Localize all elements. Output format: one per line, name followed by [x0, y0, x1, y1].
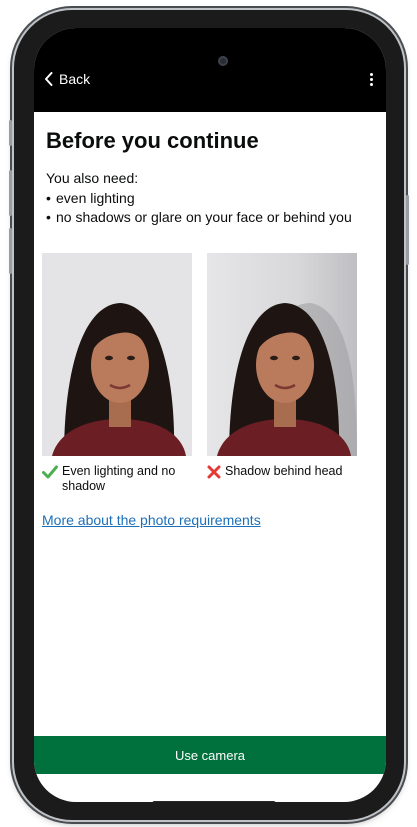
- main-content: Before you continue You also need: even …: [46, 112, 376, 228]
- chevron-left-icon: [45, 72, 53, 86]
- back-button[interactable]: Back: [44, 68, 90, 90]
- cross-icon: [207, 465, 221, 479]
- top-bar: Back: [34, 28, 386, 112]
- mute-switch: [9, 120, 12, 146]
- requirements-list: even lighting no shadows or glare on you…: [46, 190, 376, 226]
- volume-down-button: [9, 228, 12, 274]
- app-screen: Back Before you continue You also need: …: [34, 28, 386, 802]
- back-label: Back: [59, 71, 91, 87]
- shadow-behind-head-photo: [207, 253, 357, 456]
- photo-requirements-link[interactable]: More about the photo requirements: [42, 512, 261, 528]
- phone-frame: Back Before you continue You also need: …: [9, 10, 409, 820]
- use-camera-button[interactable]: Use camera: [34, 736, 386, 774]
- home-indicator: [152, 801, 276, 802]
- bad-example-caption: Shadow behind head: [207, 464, 357, 479]
- volume-up-button: [9, 170, 12, 216]
- caption-text: Shadow behind head: [225, 464, 343, 478]
- more-options-icon[interactable]: [362, 68, 380, 90]
- check-icon: [42, 465, 58, 479]
- caption-text: Even lighting and no shadow: [62, 464, 176, 493]
- front-camera: [218, 56, 228, 66]
- list-item: no shadows or glare on your face or behi…: [46, 209, 376, 226]
- good-example-caption: Even lighting and no shadow: [42, 464, 192, 494]
- power-button: [406, 195, 409, 265]
- page-title: Before you continue: [46, 128, 259, 153]
- good-example: Even lighting and no shadow: [42, 253, 192, 494]
- bad-example: Shadow behind head: [207, 253, 357, 479]
- even-lighting-photo: [42, 253, 192, 456]
- intro-text: You also need:: [46, 170, 139, 186]
- list-item: even lighting: [46, 190, 376, 207]
